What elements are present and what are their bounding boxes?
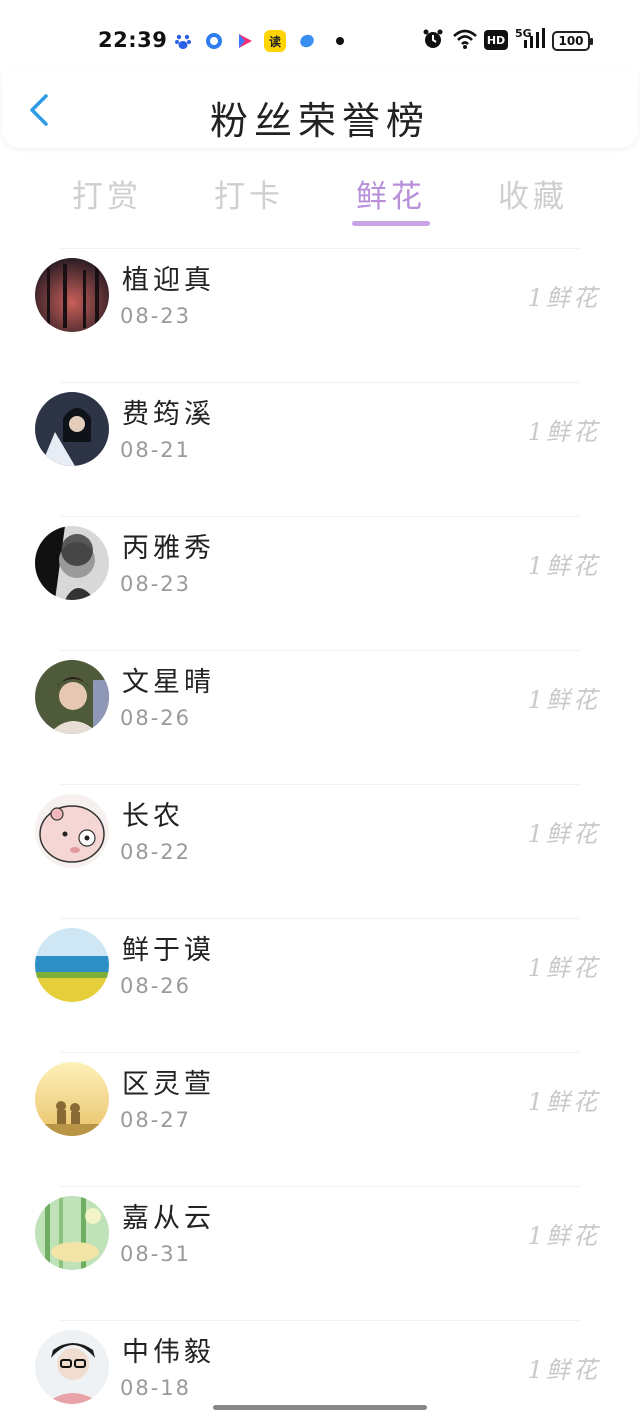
active-tab-indicator xyxy=(352,221,430,226)
fan-row[interactable]: 文星晴 08-26 1鲜花 xyxy=(0,650,640,784)
sunset-couple-avatar xyxy=(35,1062,109,1136)
fan-amount: 1鲜花 xyxy=(527,552,600,580)
fan-row[interactable]: 长农 08-22 1鲜花 xyxy=(0,784,640,918)
fan-amount: 1鲜花 xyxy=(527,820,600,848)
fan-row[interactable]: 区灵萱 08-27 1鲜花 xyxy=(0,1052,640,1186)
row-divider xyxy=(60,516,580,517)
status-time: 22:39 xyxy=(98,28,168,52)
header-bar: 粉丝荣誉榜 xyxy=(2,72,638,148)
notification-dot-icon xyxy=(336,37,344,45)
fan-name: 植迎真 xyxy=(122,265,215,296)
fan-amount: 1鲜花 xyxy=(527,1356,600,1384)
baidu-icon xyxy=(172,30,194,52)
fan-amount: 1鲜花 xyxy=(527,686,600,714)
reader-icon: 读 xyxy=(264,30,286,52)
fan-date: 08-21 xyxy=(120,438,192,462)
fan-name: 长农 xyxy=(122,801,184,832)
fan-date: 08-22 xyxy=(120,840,192,864)
row-divider xyxy=(60,1052,580,1053)
fan-date: 08-23 xyxy=(120,304,192,328)
page-title: 粉丝荣誉榜 xyxy=(209,99,430,143)
alarm-icon xyxy=(422,28,444,55)
video-icon xyxy=(234,30,256,52)
fan-date: 08-26 xyxy=(120,974,192,998)
row-divider xyxy=(60,650,580,651)
glasses-boy-avatar xyxy=(35,1330,109,1404)
fan-name: 文星晴 xyxy=(122,667,215,698)
home-indicator[interactable] xyxy=(213,1405,427,1410)
fan-date: 08-31 xyxy=(120,1242,192,1266)
bw-portrait-avatar xyxy=(35,526,109,600)
row-divider xyxy=(60,382,580,383)
tab-flowers[interactable]: 鲜花 xyxy=(356,171,426,216)
tab-checkin[interactable]: 打卡 xyxy=(214,171,284,216)
fan-date: 08-27 xyxy=(120,1108,192,1132)
row-divider xyxy=(60,918,580,919)
dark-forest-avatar xyxy=(35,258,109,332)
fan-row[interactable]: 嘉从云 08-31 1鲜花 xyxy=(0,1186,640,1320)
row-divider xyxy=(60,784,580,785)
fan-row[interactable]: 鲜于谟 08-26 1鲜花 xyxy=(0,918,640,1052)
fan-date: 08-23 xyxy=(120,572,192,596)
fan-row[interactable]: 费筠溪 08-21 1鲜花 xyxy=(0,382,640,516)
fan-row[interactable]: 植迎真 08-23 1鲜花 xyxy=(0,248,640,382)
fan-date: 08-26 xyxy=(120,706,192,730)
girl-portrait-avatar xyxy=(35,392,109,466)
fan-amount: 1鲜花 xyxy=(527,284,600,312)
fan-name: 丙雅秀 xyxy=(122,533,215,564)
cartoon-pig-avatar xyxy=(35,794,109,868)
fan-name: 区灵萱 xyxy=(122,1069,215,1100)
fan-date: 08-18 xyxy=(120,1376,192,1400)
status-bar: 22:39 读 HD 5G 100 xyxy=(0,0,640,80)
hd-badge: HD xyxy=(484,30,508,50)
fan-amount: 1鲜花 xyxy=(527,418,600,446)
qq-browser-icon xyxy=(203,30,225,52)
fan-amount: 1鲜花 xyxy=(527,1088,600,1116)
feather-icon xyxy=(296,30,318,52)
tab-reward[interactable]: 打赏 xyxy=(72,171,142,216)
fan-name: 嘉从云 xyxy=(122,1203,215,1234)
fan-amount: 1鲜花 xyxy=(527,954,600,982)
fan-name: 中伟毅 xyxy=(122,1337,215,1368)
row-divider xyxy=(60,248,580,249)
fan-row[interactable]: 丙雅秀 08-23 1鲜花 xyxy=(0,516,640,650)
tab-favorites[interactable]: 收藏 xyxy=(498,171,568,216)
fan-amount: 1鲜花 xyxy=(527,1222,600,1250)
tab-bar: 打赏 打卡 鲜花 收藏 xyxy=(0,165,640,235)
network-type: 5G xyxy=(515,27,532,40)
wifi-icon xyxy=(452,28,478,55)
row-divider xyxy=(60,1320,580,1321)
fan-name: 鲜于谟 xyxy=(122,935,215,966)
green-forest-avatar xyxy=(35,1196,109,1270)
seaside-field-avatar xyxy=(35,928,109,1002)
boy-portrait-avatar xyxy=(35,660,109,734)
fan-name: 费筠溪 xyxy=(122,399,215,430)
battery-indicator: 100 xyxy=(552,31,593,51)
row-divider xyxy=(60,1186,580,1187)
